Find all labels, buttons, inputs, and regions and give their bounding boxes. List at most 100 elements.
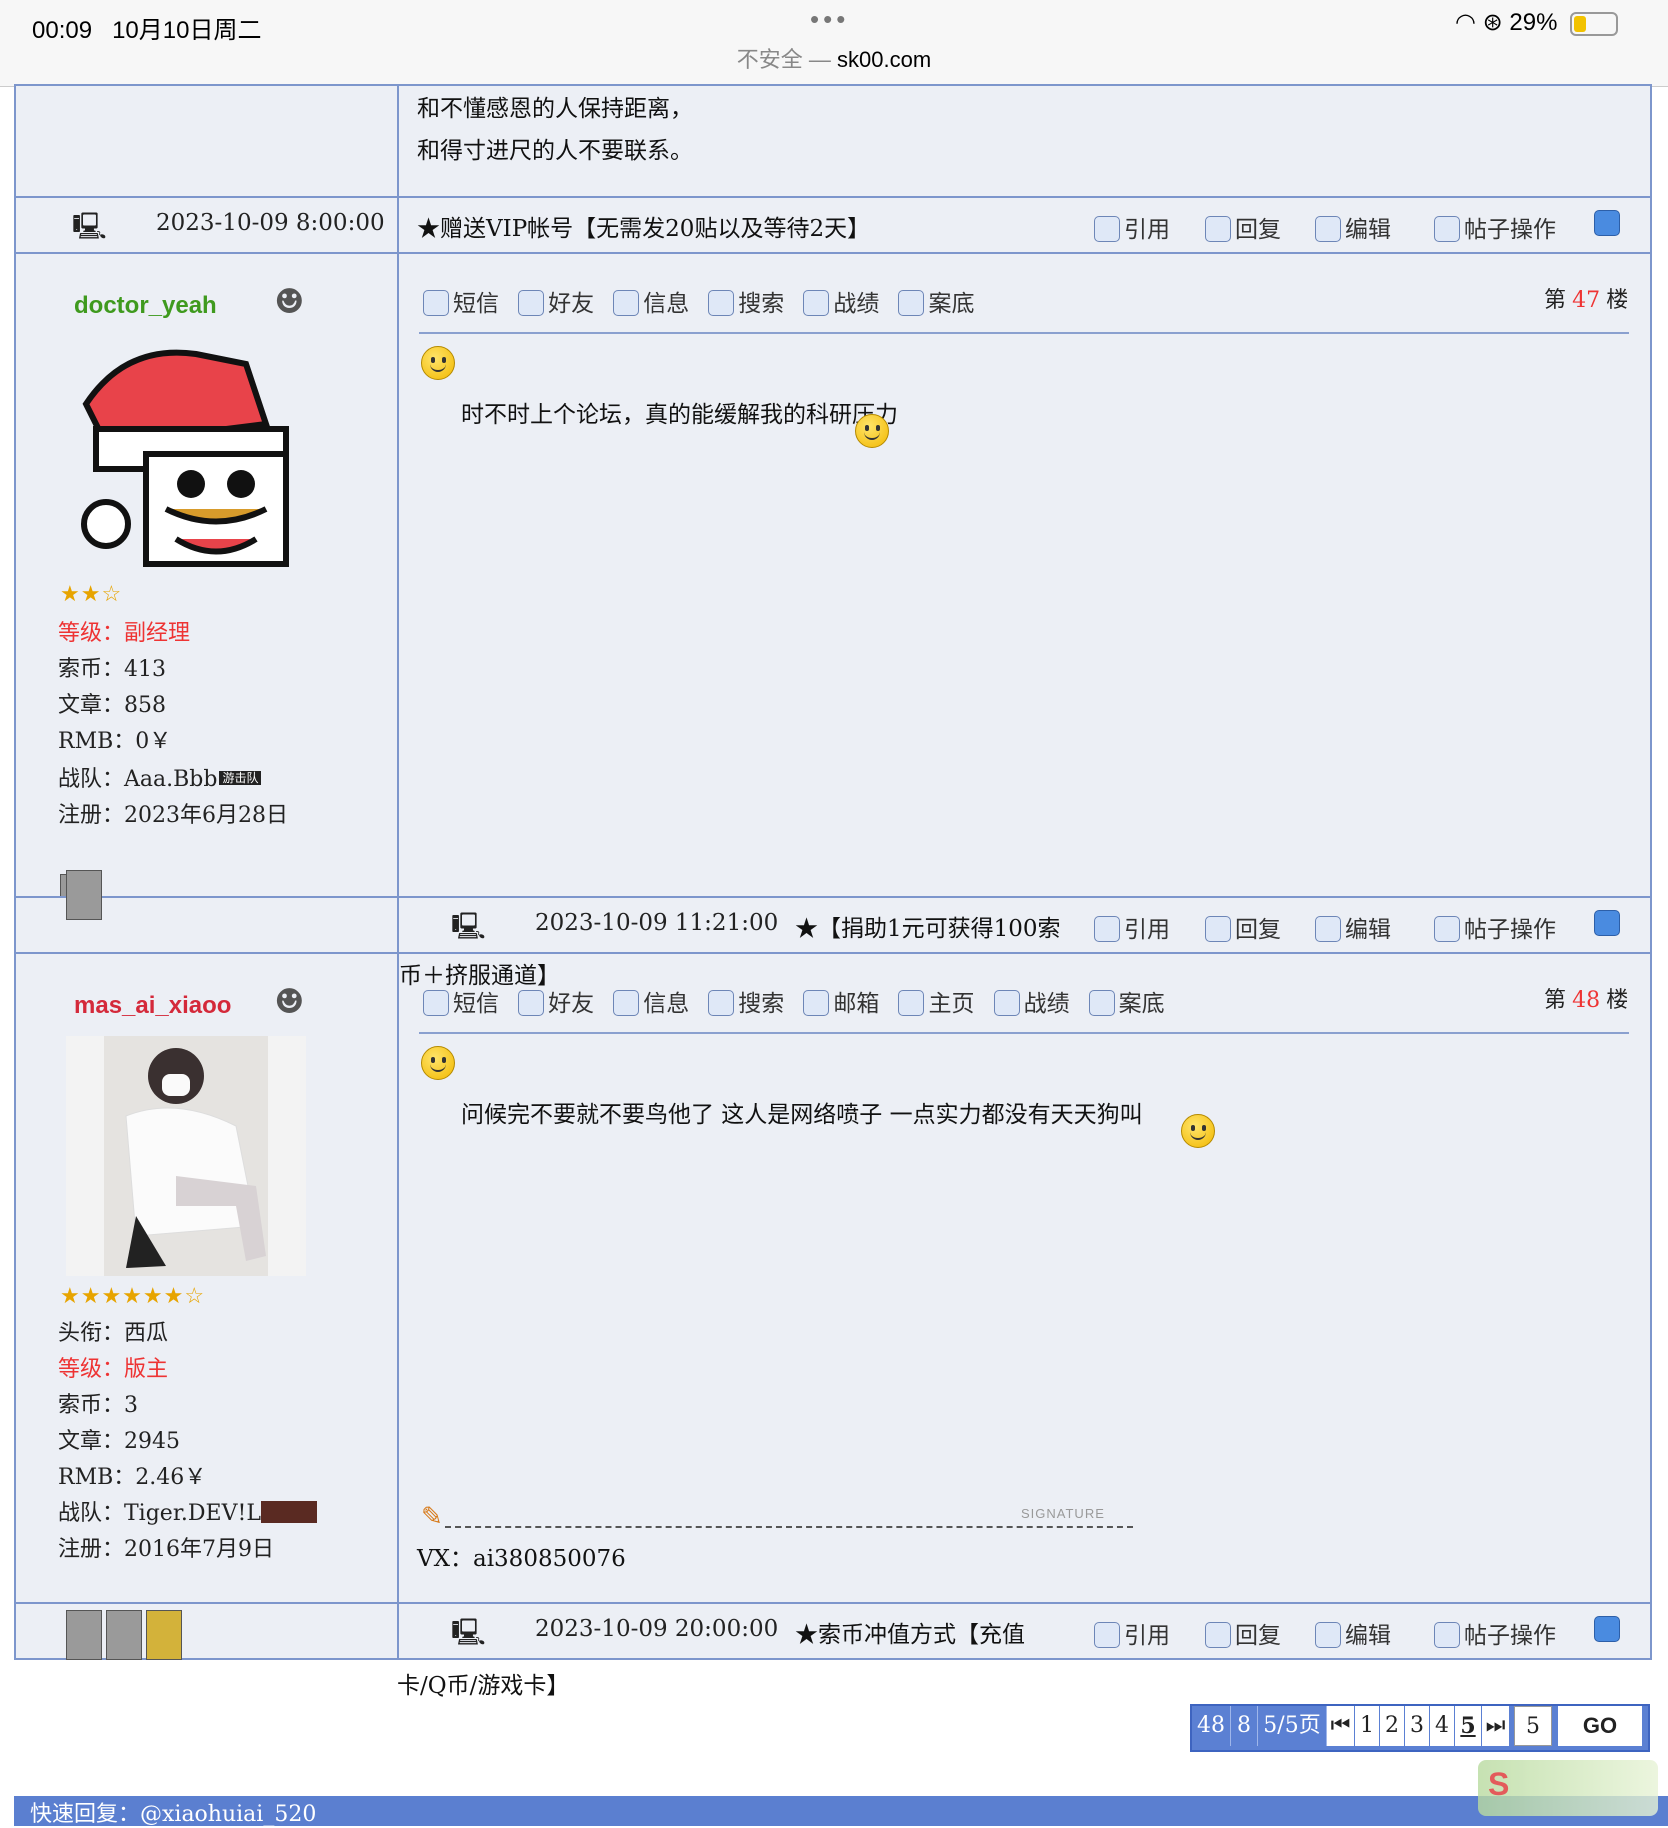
soldier-icon [803,290,830,316]
insecure-label: 不安全 — [736,47,831,72]
computer-icon: 🖳 [72,212,107,242]
battery-icon [1570,11,1619,36]
reply-label: 回复 [1235,216,1281,242]
articles-row: 文章：2945 [58,1429,180,1454]
avatar[interactable] [66,1036,306,1276]
username[interactable]: mas_ai_xiaoo [74,992,231,1020]
lock-rotation-icon: ⊛ [1482,9,1503,36]
sticky-title-link[interactable]: ★索币冲值方式【充值 [795,1615,1025,1649]
post-ops-button[interactable]: 帖子操作 [1434,910,1556,944]
level-row: 等级：版主 [58,1352,317,1388]
battery-percent: 29% [1509,9,1558,36]
case-file-icon [898,290,925,316]
pagination: 48 8 5/5页 ⏮ 1 2 3 4 5 ⏭ 5 GO [1190,1704,1650,1752]
pencil-icon: ✎ [421,1502,443,1532]
page-link-3[interactable]: 3 [1405,1706,1429,1746]
post-ops-button[interactable]: 帖子操作 [1434,1616,1556,1650]
friend-label: 好友 [548,290,595,316]
search-label: 搜索 [738,290,785,316]
case-button[interactable]: 案底 [1088,984,1165,1018]
info-button[interactable]: 信息 [613,284,689,318]
team-value[interactable]: 战队：Aaa.Bbb [58,767,217,792]
message-icon [423,990,449,1016]
search-button[interactable]: 搜索 [708,984,784,1018]
edit-button[interactable]: 编辑 [1315,1616,1391,1650]
level-label: 等级： [58,621,125,646]
prev-content-cell: 和不懂感恩的人保持距离， 和得寸进尺的人不要联系。 [397,84,1652,198]
computer-icon: 🖳 [451,912,486,942]
scroll-top-button[interactable] [1594,1616,1624,1643]
medal-icon [66,870,102,920]
page-link-4[interactable]: 4 [1430,1706,1454,1746]
page-input[interactable]: 5 [1514,1706,1552,1746]
edit-button[interactable]: 编辑 [1315,910,1391,944]
articles-row: 文章：858 [58,693,166,718]
search-button[interactable]: 搜索 [708,284,784,318]
first-page-button[interactable]: ⏮ [1327,1706,1354,1746]
friend-button[interactable]: 好友 [518,984,594,1018]
homepage-label: 主页 [928,990,975,1016]
mailbox-button[interactable]: 邮箱 [803,984,879,1018]
page-link-1[interactable]: 1 [1355,1706,1379,1746]
per-page: 8 [1231,1706,1258,1746]
last-page-button[interactable]: ⏭ [1482,1706,1509,1746]
page-link-2[interactable]: 2 [1380,1706,1404,1746]
quote-button[interactable]: 引用 [1094,210,1170,244]
floor-value: 47 [1572,288,1601,313]
info-button[interactable]: 信息 [613,984,689,1018]
address-bar[interactable]: 不安全 — sk00.com [0,42,1668,74]
tab-dots-icon[interactable]: ••• [810,4,849,35]
team-value[interactable]: 战队：Tiger.DEV!L [58,1501,261,1526]
record-button[interactable]: 战绩 [803,284,879,318]
sticky-title-link[interactable]: ★赠送VIP帐号【无需发20贴以及等待2天】 [417,209,870,243]
clock: 00:09 [32,17,93,44]
quote-icon [1094,216,1120,242]
message-button[interactable]: 短信 [423,984,499,1018]
total-count: 48 [1192,1706,1231,1746]
medal-icon [106,1610,142,1660]
post-content: 时不时上个论坛，真的能缓解我的科研压力 [461,402,898,428]
friend-button[interactable]: 好友 [518,284,594,318]
quote-button[interactable]: 引用 [1094,1616,1170,1650]
divider [419,332,1629,334]
wifi-icon: ◠ [1455,9,1476,36]
quote-icon [1094,916,1120,942]
user-info-47: 等级：副经理 索币：413 文章：858 RMB：0￥ 战队：Aaa.Bbb 游击… [58,616,288,834]
edit-button[interactable]: 编辑 [1315,210,1391,244]
smiley-icon [421,1046,455,1080]
post-ops-icon [1434,1622,1460,1648]
reply-button[interactable]: 回复 [1205,1616,1281,1650]
wrapped-title[interactable]: 卡/Q币/游戏卡】 [397,1666,569,1700]
status-time: 00:09 10月10日周二 [32,10,261,45]
sticky-title-link[interactable]: ★【捐助1元可获得100索 [795,909,1061,943]
post-ops-icon [1434,216,1460,242]
signature-text: VX：ai380850076 [417,1546,626,1572]
case-label: 案底 [1118,990,1165,1016]
quote-label: 引用 [1124,916,1170,942]
case-button[interactable]: 案底 [898,284,974,318]
edit-icon [1315,1622,1341,1648]
quote-button[interactable]: 引用 [1094,910,1170,944]
go-button[interactable]: GO [1558,1706,1642,1746]
username[interactable]: doctor_yeah [74,292,217,320]
reply-button[interactable]: 回复 [1205,210,1281,244]
post-ops-label: 帖子操作 [1464,216,1556,242]
prev-footer-left: 🖳 2023-10-09 8:00:00 [14,196,399,254]
quote-label: 引用 [1124,1622,1170,1648]
title-row: 头衔：西瓜 [58,1321,169,1346]
quick-reply-bar[interactable]: 快速回复：@xiaohuiai_520 [14,1796,1668,1827]
friends-icon [518,990,545,1016]
team-row: 战队：Tiger.DEV!L [58,1496,317,1532]
post-ops-button[interactable]: 帖子操作 [1434,210,1556,244]
homepage-button[interactable]: 主页 [898,984,974,1018]
avatar[interactable] [66,334,326,584]
message-button[interactable]: 短信 [423,284,499,318]
page-link-current[interactable]: 5 [1455,1706,1481,1746]
reply-button[interactable]: 回复 [1205,910,1281,944]
quote-icon [1094,1622,1120,1648]
arrow-up-icon [1594,210,1620,236]
scroll-top-button[interactable] [1594,210,1624,237]
signature-divider [445,1526,1133,1528]
record-button[interactable]: 战绩 [993,984,1070,1018]
scroll-top-button[interactable] [1594,910,1624,937]
